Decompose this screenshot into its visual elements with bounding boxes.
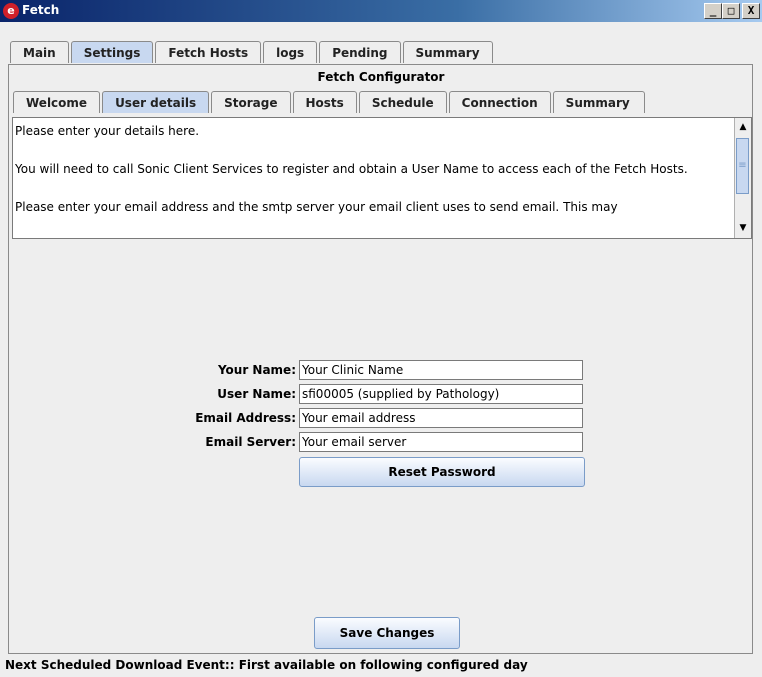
- tab-main[interactable]: Main: [10, 41, 69, 63]
- instruction-line: [15, 141, 730, 160]
- tab-fetch-hosts[interactable]: Fetch Hosts: [155, 41, 262, 63]
- sub-tab-bar: Welcome User details Storage Hosts Sched…: [13, 91, 647, 113]
- tab-pending[interactable]: Pending: [319, 41, 401, 63]
- status-text: Next Scheduled Download Event:: First av…: [5, 658, 528, 672]
- tab-logs[interactable]: logs: [263, 41, 318, 63]
- instruction-line: You will need to call Sonic Client Servi…: [15, 162, 688, 176]
- subtab-schedule[interactable]: Schedule: [358, 91, 447, 113]
- scroll-thumb[interactable]: ≡: [736, 138, 749, 194]
- window-title: Fetch: [22, 3, 60, 17]
- panel-title: Fetch Configurator: [317, 70, 445, 84]
- instruction-line: Please enter your details here.: [15, 124, 200, 138]
- subtab-storage[interactable]: Storage: [211, 91, 291, 113]
- subtab-connection[interactable]: Connection: [448, 91, 551, 113]
- your-name-field[interactable]: Your Clinic Name: [299, 360, 583, 380]
- email-server-label: Email Server:: [205, 435, 296, 449]
- subtab-hosts[interactable]: Hosts: [292, 91, 357, 113]
- reset-password-button[interactable]: Reset Password: [299, 457, 585, 487]
- scroll-down-icon[interactable]: ▼: [735, 220, 751, 236]
- subtab-welcome[interactable]: Welcome: [13, 91, 101, 113]
- email-address-label: Email Address:: [195, 411, 296, 425]
- your-name-label: Your Name:: [217, 363, 296, 377]
- instructions-text-area[interactable]: Please enter your details here. You will…: [12, 117, 752, 239]
- maximize-button[interactable]: □: [722, 3, 740, 19]
- top-tab-bar: Main Settings Fetch Hosts logs Pending S…: [10, 41, 495, 63]
- tab-settings[interactable]: Settings: [70, 41, 154, 63]
- instructions-text: Please enter your details here. You will…: [15, 122, 730, 236]
- save-changes-button[interactable]: Save Changes: [314, 617, 460, 649]
- fetch-app-icon: e: [3, 3, 19, 19]
- subtab-summary[interactable]: Summary: [552, 91, 645, 113]
- email-address-field[interactable]: Your email address: [299, 408, 583, 428]
- user-name-field[interactable]: sfi00005 (supplied by Pathology): [299, 384, 583, 404]
- close-button[interactable]: X: [742, 3, 760, 19]
- instruction-line: [15, 179, 730, 198]
- vertical-scrollbar[interactable]: ▲ ≡ ▼: [734, 118, 751, 238]
- email-server-field[interactable]: Your email server: [299, 432, 583, 452]
- instruction-line: Please enter your email address and the …: [15, 200, 618, 214]
- tab-summary[interactable]: Summary: [402, 41, 493, 63]
- subtab-user-details[interactable]: User details: [102, 91, 210, 113]
- title-bar: e Fetch _ □ X: [0, 0, 762, 22]
- scroll-up-icon[interactable]: ▲: [735, 119, 751, 135]
- minimize-button[interactable]: _: [704, 3, 722, 19]
- user-name-label: User Name:: [217, 387, 296, 401]
